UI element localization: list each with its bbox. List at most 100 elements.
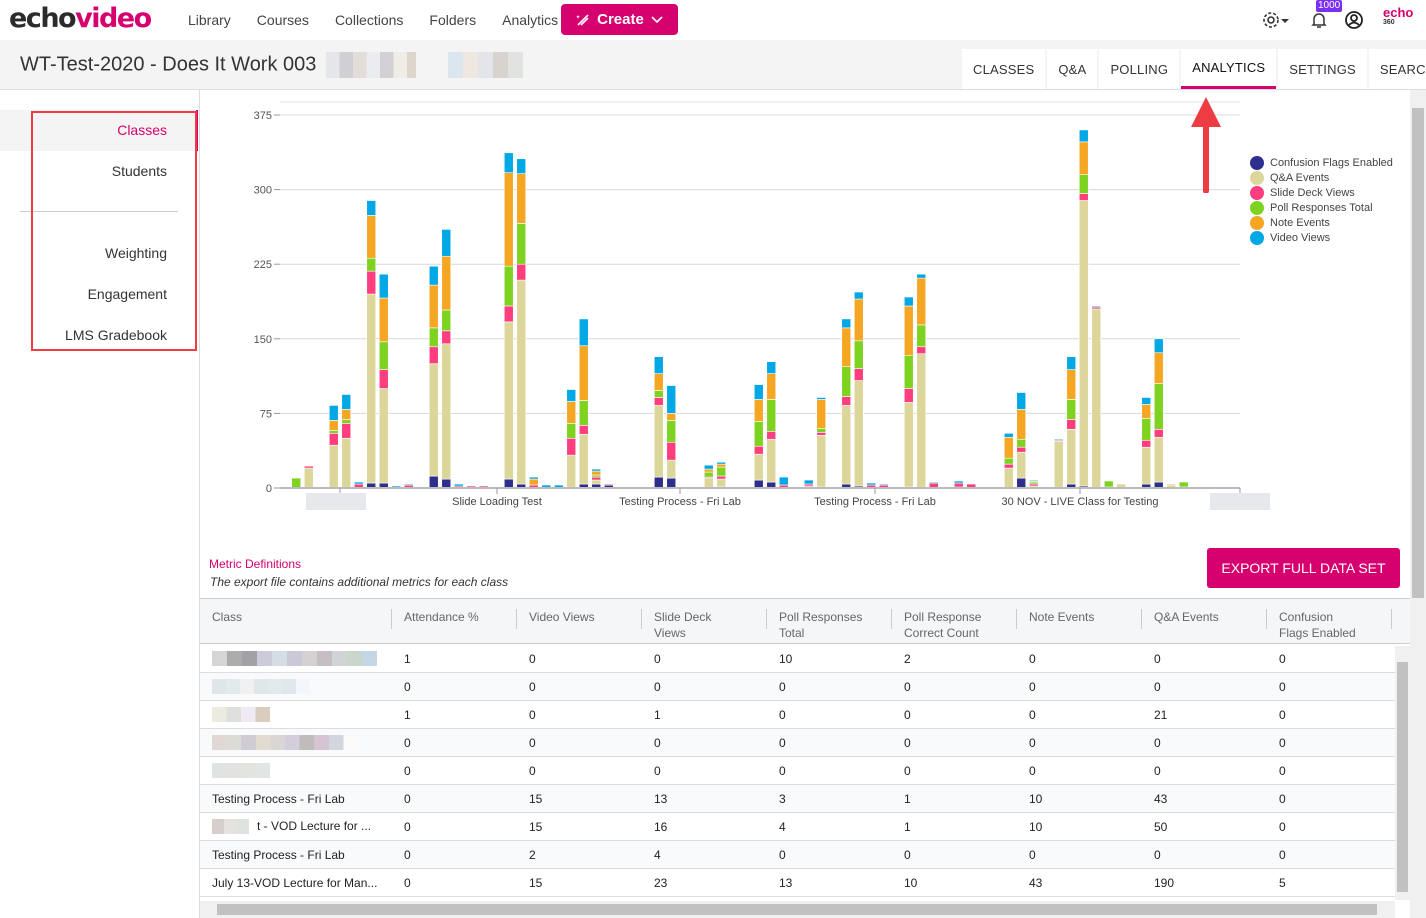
class-name-cell[interactable]: t - VOD Lecture for ...	[212, 819, 371, 835]
column-header[interactable]: Q&A Events	[1154, 609, 1219, 625]
bar-segment-note-events[interactable]	[853, 298, 864, 342]
bar-segment-note-events[interactable]	[378, 297, 389, 343]
bar-segment-video-views[interactable]	[566, 389, 577, 402]
bar-segment-slide-deck-views[interactable]	[516, 263, 527, 281]
bar-segment-video-views[interactable]	[753, 384, 764, 400]
bar-segment-q-a-events[interactable]	[703, 477, 714, 489]
bar-segment-slide-deck-views[interactable]	[428, 346, 439, 364]
bar-segment-note-events[interactable]	[328, 420, 339, 431]
bar-segment-slide-deck-views[interactable]	[366, 270, 377, 295]
bar-segment-poll-responses-total[interactable]	[366, 257, 377, 272]
bar-segment-slide-deck-views[interactable]	[716, 475, 727, 480]
bar-segment-video-views[interactable]	[778, 476, 789, 486]
bar-segment-video-views[interactable]	[916, 273, 927, 279]
bar-segment-poll-responses-total[interactable]	[578, 400, 589, 426]
column-separator[interactable]	[1016, 609, 1017, 629]
bar-segment-poll-responses-total[interactable]	[1153, 383, 1164, 430]
bar-segment-poll-responses-total[interactable]	[291, 477, 302, 489]
bar-segment-poll-responses-total[interactable]	[1066, 399, 1077, 420]
bar-segment-slide-deck-views[interactable]	[916, 346, 927, 355]
bar-segment-confusion-flags-enabled[interactable]	[1016, 477, 1027, 489]
bar-segment-video-views[interactable]	[353, 481, 364, 485]
bar-segment-video-views[interactable]	[1066, 356, 1077, 370]
bar-segment-q-a-events[interactable]	[366, 293, 377, 484]
column-separator[interactable]	[1141, 609, 1142, 629]
bar-segment-note-events[interactable]	[1066, 369, 1077, 400]
tab-polling[interactable]: POLLING	[1099, 49, 1180, 89]
bar-segment-q-a-events[interactable]	[566, 454, 577, 489]
bar-segment-slide-deck-views[interactable]	[1066, 419, 1077, 430]
bar-segment-confusion-flags-enabled[interactable]	[753, 479, 764, 489]
bar-segment-note-events[interactable]	[653, 373, 664, 391]
bar-segment-slide-deck-views[interactable]	[1003, 463, 1014, 469]
bar-segment-video-views[interactable]	[503, 152, 514, 173]
bar-segment-video-views[interactable]	[1078, 129, 1089, 143]
bar-segment-slide-deck-views[interactable]	[303, 465, 314, 469]
bar-segment-note-events[interactable]	[716, 463, 727, 468]
bar-segment-q-a-events[interactable]	[578, 433, 589, 485]
bar-segment-poll-responses-total[interactable]	[903, 355, 914, 389]
bar-segment-poll-responses-total[interactable]	[441, 309, 452, 332]
bar-segment-video-views[interactable]	[716, 461, 727, 465]
class-name-cell[interactable]	[212, 763, 270, 781]
bar-segment-note-events[interactable]	[516, 173, 527, 224]
column-header[interactable]: Attendance %	[404, 609, 479, 625]
scrollbar-thumb[interactable]	[1397, 662, 1408, 892]
bar-segment-slide-deck-views[interactable]	[603, 483, 614, 486]
bar-segment-q-a-events[interactable]	[716, 478, 727, 488]
bar-segment-slide-deck-views[interactable]	[653, 397, 664, 406]
bar-segment-note-events[interactable]	[366, 215, 377, 259]
metric-definitions-link[interactable]: Metric Definitions	[209, 557, 301, 571]
bar-segment-slide-deck-views[interactable]	[841, 396, 852, 406]
bar-segment-q-a-events[interactable]	[591, 479, 602, 485]
bar-segment-slide-deck-views[interactable]	[1141, 439, 1152, 448]
bar-segment-slide-deck-views[interactable]	[853, 368, 864, 381]
bar-segment-video-views[interactable]	[328, 405, 339, 421]
bar-segment-slide-deck-views[interactable]	[666, 441, 677, 461]
bar-segment-slide-deck-views[interactable]	[578, 425, 589, 435]
bar-segment-slide-deck-views[interactable]	[566, 437, 577, 456]
bar-segment-note-events[interactable]	[591, 470, 602, 476]
bar-segment-video-views[interactable]	[928, 481, 939, 484]
bar-segment-video-views[interactable]	[366, 200, 377, 216]
bar-segment-video-views[interactable]	[1003, 432, 1014, 438]
legend-item[interactable]: Note Events	[1250, 215, 1393, 230]
scrollbar-thumb[interactable]	[1412, 108, 1424, 598]
bar-segment-poll-responses-total[interactable]	[1103, 480, 1114, 488]
bar-segment-slide-deck-views[interactable]	[903, 388, 914, 403]
bar-segment-q-a-events[interactable]	[1091, 308, 1102, 489]
bar-segment-slide-deck-views[interactable]	[378, 369, 389, 389]
tab-analytics[interactable]: ANALYTICS	[1181, 49, 1277, 89]
table-horizontal-scrollbar[interactable]	[200, 901, 1395, 918]
create-button[interactable]: Create	[561, 4, 678, 35]
table-vertical-scrollbar[interactable]	[1395, 646, 1410, 900]
column-separator[interactable]	[516, 609, 517, 629]
bar-segment-q-a-events[interactable]	[1053, 440, 1064, 489]
bar-segment-confusion-flags-enabled[interactable]	[666, 477, 677, 489]
bar-segment-video-views[interactable]	[378, 273, 389, 299]
table-row[interactable]: t - VOD Lecture for ... 0 15 16 4 1 10 50 0	[200, 813, 1395, 841]
bar-segment-note-events[interactable]	[753, 399, 764, 422]
table-row[interactable]: 0 0 0 0 0 0 0 0	[200, 673, 1395, 701]
legend-item[interactable]: Slide Deck Views	[1250, 185, 1393, 200]
bar-segment-note-events[interactable]	[841, 327, 852, 367]
column-separator[interactable]	[641, 609, 642, 629]
echovideo-logo[interactable]: echovideo	[9, 2, 152, 36]
bar-segment-video-views[interactable]	[853, 291, 864, 300]
bar-segment-q-a-events[interactable]	[1003, 467, 1014, 489]
bar-segment-video-views[interactable]	[453, 483, 464, 487]
bar-segment-q-a-events[interactable]	[841, 405, 852, 485]
column-header[interactable]: Poll Response Correct Count	[904, 609, 981, 641]
bar-segment-q-a-events[interactable]	[341, 437, 352, 489]
bar-segment-note-events[interactable]	[566, 401, 577, 424]
bar-segment-video-views[interactable]	[428, 265, 439, 286]
class-name-cell[interactable]: Testing Process - Fri Lab	[212, 848, 345, 862]
legend-item[interactable]: Q&A Events	[1250, 170, 1393, 185]
bar-segment-q-a-events[interactable]	[1066, 429, 1077, 485]
bar-segment-slide-deck-views[interactable]	[441, 330, 452, 345]
page-vertical-scrollbar[interactable]	[1410, 90, 1426, 918]
bar-segment-video-views[interactable]	[1016, 392, 1027, 410]
bar-segment-slide-deck-views[interactable]	[953, 482, 964, 488]
bar-segment-video-views[interactable]	[803, 479, 814, 485]
bar-segment-slide-deck-views[interactable]	[1078, 193, 1089, 201]
